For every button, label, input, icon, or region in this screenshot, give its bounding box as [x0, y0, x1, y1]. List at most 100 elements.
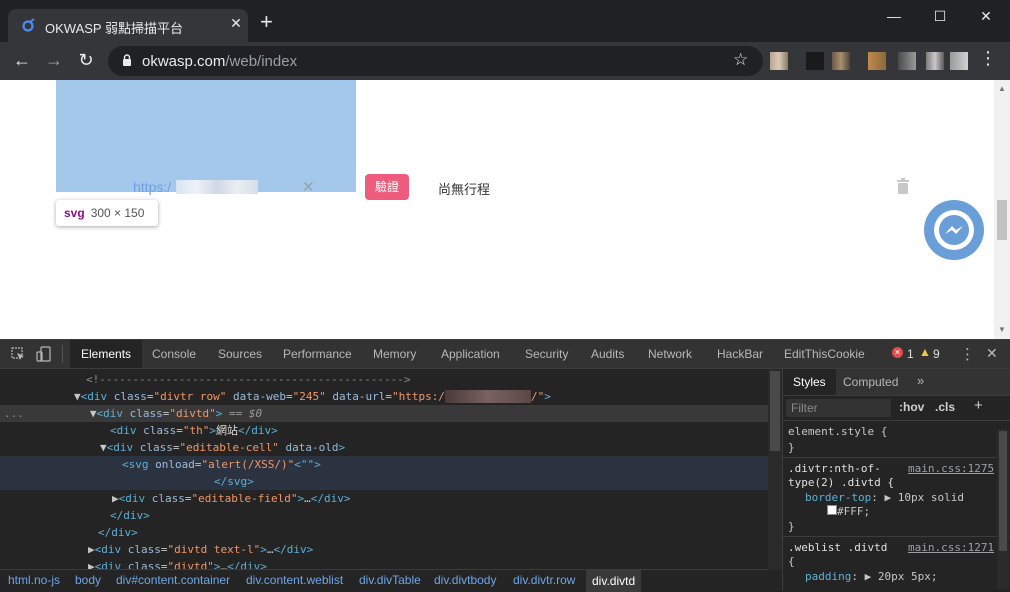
extension-icon[interactable]	[770, 52, 788, 70]
extension-icon[interactable]	[898, 52, 916, 70]
rule-selector[interactable]: .weblist .divtd	[788, 541, 887, 554]
dom-line-divtd-text[interactable]: ▶<div class="divtd text-l">…</div>	[0, 541, 768, 558]
hov-toggle[interactable]: :hov	[899, 400, 924, 414]
breadcrumb: html.no-js body div#content.container di…	[0, 569, 768, 592]
styles-scroll-thumb[interactable]	[999, 431, 1007, 551]
warning-icon[interactable]: ▲	[919, 345, 931, 359]
tab-sources[interactable]: Sources	[218, 340, 262, 368]
dom-line-divtd-selected[interactable]: ... ▼<div class="divtd"> == $0	[0, 405, 768, 422]
tab-computed[interactable]: Computed	[843, 369, 898, 395]
breadcrumb-item-active[interactable]: div.divtd	[586, 570, 642, 592]
new-tab-icon[interactable]: +	[260, 11, 273, 33]
tab-memory[interactable]: Memory	[373, 340, 416, 368]
tab-audits[interactable]: Audits	[591, 340, 624, 368]
breadcrumb-item[interactable]: div.divtr.row	[513, 573, 575, 587]
dom-line-close-div[interactable]: </div>	[0, 524, 768, 541]
breadcrumb-item[interactable]: div.content.weblist	[246, 573, 343, 587]
css-declaration[interactable]: border-top: ▶ 10px solid	[805, 491, 964, 504]
page-scroll-thumb[interactable]	[997, 200, 1007, 240]
devtools-menu-icon[interactable]: ⋮	[960, 345, 975, 363]
title-bar: OKWASP 弱點掃描平台 ✕ + — ☐ ✕	[0, 0, 1010, 42]
dom-line-th[interactable]: <div class="th">網站</div>	[0, 422, 768, 439]
tab-console[interactable]: Console	[152, 340, 196, 368]
device-toolbar-icon[interactable]	[36, 346, 52, 362]
scroll-up-icon[interactable]: ▲	[998, 84, 1006, 93]
css-declaration[interactable]: padding: ▶ 20px 5px;	[805, 570, 937, 583]
browser-tab[interactable]: OKWASP 弱點掃描平台 ✕	[8, 9, 248, 42]
tab-network[interactable]: Network	[648, 340, 692, 368]
tab-styles[interactable]: Styles	[783, 369, 836, 395]
minimize-icon[interactable]: —	[871, 0, 917, 32]
extension-icon[interactable]	[926, 52, 944, 70]
dom-line-comment[interactable]: <!--------------------------------------…	[0, 371, 768, 388]
rule-source-link[interactable]: main.css:1271	[908, 541, 994, 554]
tab-title: OKWASP 弱點掃描平台	[45, 21, 183, 36]
warning-count: 9	[933, 347, 940, 361]
breadcrumb-item[interactable]: div.divtbody	[434, 573, 496, 587]
extension-icon[interactable]	[868, 52, 886, 70]
clear-icon[interactable]: ✕	[302, 178, 315, 196]
tab-security[interactable]: Security	[525, 340, 568, 368]
dom-line-svg-xss[interactable]: <svg onload="alert(/XSS/)"<"">	[0, 456, 768, 473]
breadcrumb-item[interactable]: body	[75, 573, 101, 587]
tab-editthiscookie[interactable]: EditThisCookie	[784, 340, 865, 368]
dom-tree[interactable]: <!--------------------------------------…	[0, 369, 768, 570]
dom-line-divtr[interactable]: ▼<div class="divtr row" data-web="245" d…	[0, 388, 768, 405]
extension-icon[interactable]	[950, 52, 968, 70]
close-window-icon[interactable]: ✕	[963, 0, 1009, 32]
inspect-element-icon[interactable]	[11, 347, 25, 361]
rule-selector[interactable]: .divtr:nth-of-	[788, 462, 881, 475]
dom-scrollbar[interactable]	[768, 369, 782, 570]
tab-hackbar[interactable]: HackBar	[717, 340, 763, 368]
schedule-status: 尚無行程	[438, 182, 491, 197]
devtools-tabbar: Elements Console Sources Performance Mem…	[0, 340, 1010, 369]
tab-elements[interactable]: Elements	[70, 340, 143, 368]
rule-source-link[interactable]: main.css:1275	[908, 462, 994, 475]
browser-toolbar: ← → ↻ okwasp.com/web/index ☆ ⋮	[0, 42, 1010, 80]
maximize-icon[interactable]: ☐	[917, 0, 963, 32]
rule-selector-cont[interactable]: type(2) .divtd {	[788, 476, 894, 489]
css-color-value[interactable]: #FFF;	[827, 505, 870, 518]
element-style-rule[interactable]: element.style {	[788, 425, 887, 438]
dom-scroll-thumb[interactable]	[770, 371, 780, 451]
error-icon[interactable]: ✕	[892, 347, 903, 358]
breadcrumb-item[interactable]: div#content.container	[116, 573, 230, 587]
divider	[62, 345, 63, 363]
dom-line-editable-cell[interactable]: ▼<div class="editable-cell" data-old>	[0, 439, 768, 456]
verify-button[interactable]: 驗證	[365, 174, 409, 200]
redacted-url	[176, 180, 258, 194]
breadcrumb-item[interactable]: div.divTable	[359, 573, 421, 587]
trash-icon[interactable]	[896, 178, 910, 194]
forward-icon[interactable]: →	[40, 46, 68, 74]
tab-performance[interactable]: Performance	[283, 340, 352, 368]
more-tabs-icon[interactable]: »	[917, 373, 924, 388]
back-icon[interactable]: ←	[8, 46, 36, 74]
address-bar[interactable]: okwasp.com/web/index ☆	[108, 46, 763, 76]
close-tab-icon[interactable]: ✕	[227, 14, 245, 32]
extension-icon[interactable]	[832, 52, 850, 70]
page-scrollbar[interactable]: ▲ ▼	[994, 80, 1010, 339]
styles-filter-input[interactable]: Filter	[786, 399, 891, 417]
dom-line-svg-close[interactable]: </svg>	[0, 473, 768, 490]
dom-line-editable-field[interactable]: ▶<div class="editable-field">…</div>	[0, 490, 768, 507]
messenger-icon[interactable]	[924, 200, 984, 260]
browser-menu-icon[interactable]: ⋮	[978, 48, 998, 69]
cls-toggle[interactable]: .cls	[935, 400, 955, 414]
svg-highlight-overlay	[56, 80, 356, 192]
reload-icon[interactable]: ↻	[72, 46, 100, 74]
website-url-cell[interactable]: https:/	[133, 179, 171, 195]
new-rule-icon[interactable]: +	[974, 397, 983, 414]
devtools-close-icon[interactable]: ✕	[986, 345, 998, 362]
breadcrumb-item[interactable]: html.no-js	[8, 573, 60, 587]
rule-open-brace: {	[788, 555, 795, 568]
error-count: 1	[907, 347, 914, 361]
styles-filter-row: Filter :hov .cls +	[783, 396, 1010, 421]
devtools: Elements Console Sources Performance Mem…	[0, 339, 1010, 592]
messenger-glyph-icon	[934, 210, 974, 250]
styles-scrollbar[interactable]	[997, 429, 1009, 589]
scroll-down-icon[interactable]: ▼	[998, 325, 1006, 334]
tab-application[interactable]: Application	[441, 340, 500, 368]
dom-line-close-div[interactable]: </div>	[0, 507, 768, 524]
extension-icon[interactable]	[806, 52, 824, 70]
bookmark-star-icon[interactable]: ☆	[733, 50, 748, 70]
